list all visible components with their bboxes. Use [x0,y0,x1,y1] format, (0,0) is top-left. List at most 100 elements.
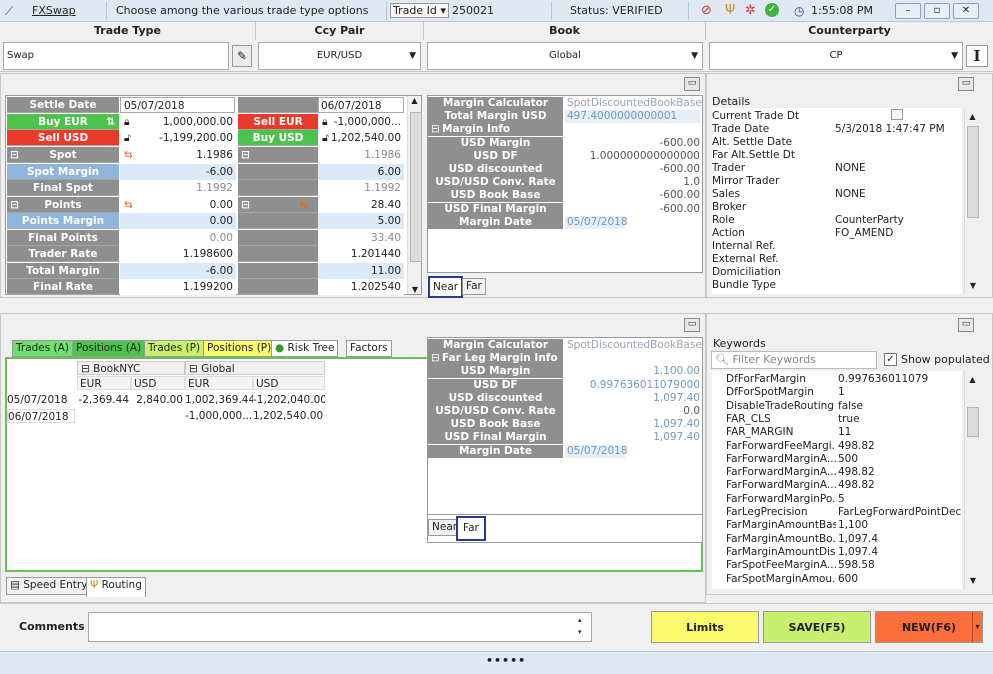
keyword-row[interactable]: FarForwardMarginA... 498.82 [726,479,962,492]
details-row[interactable]: Role CounterParty [712,214,962,227]
tab-factors[interactable]: Factors [346,340,392,357]
tab-positions-a[interactable]: Positions (A) [72,340,146,357]
tab-trades-p[interactable]: Trades (P) [144,340,205,357]
far-settle-date-input[interactable]: 06/07/2018 1M [318,97,404,128]
details-menu-button[interactable]: ▭ [958,77,974,91]
keyword-row[interactable]: FarMarginAmountBo... 1,097.4 [726,533,962,546]
details-row[interactable]: Trader NONE [712,162,962,175]
details-row[interactable]: Mirror Trader [712,175,962,188]
buy-usd-button[interactable]: Buy USD [238,130,318,146]
tab-risk-tree[interactable]: ● Risk Tree [271,340,339,357]
gear-icon[interactable]: ✲ [745,3,756,19]
keywords-menu-button[interactable]: ▭ [958,318,974,332]
book1-group-header[interactable]: ⊟ BookNYC [77,361,185,375]
keyword-row[interactable]: FarMarginAmountDis... 1,097.4 [726,546,962,559]
new-button[interactable]: NEW(F6) ▾ [875,611,983,643]
book-select[interactable]: Global ▼ [427,42,703,70]
minimize-button[interactable]: – [895,3,921,19]
details-row[interactable]: Alt. Settle Date [712,136,962,149]
positions-menu-button[interactable]: ▭ [684,318,700,332]
filter-keywords-input[interactable]: 🔍︎ Filter Keywords [711,351,877,369]
details-row[interactable]: External Ref. [712,253,962,266]
keyword-row[interactable]: FarSpotMarginAmou... 600 [726,573,962,586]
keyword-row[interactable]: FAR_MARGIN 11 [726,426,962,439]
far-total-margin[interactable]: 11.00 [318,263,404,279]
near-points[interactable]: ⇆ 0.00 [120,197,236,213]
row-date[interactable]: 05/07/2018 [7,393,75,407]
near-spot-margin[interactable]: -6.00 [120,164,236,180]
tab-trades-a[interactable]: Trades (A) [12,340,73,357]
spot-label[interactable]: ⊟ Spot [7,147,119,163]
keyword-row[interactable]: DisableTradeRouting false [726,400,962,413]
far-points[interactable]: 28.40 [318,197,404,213]
splitter-handle[interactable]: ••••• [486,654,526,667]
near-buy-amount[interactable]: 🔒︎ 1,000,000.00 [120,114,236,130]
chevron-down-icon[interactable]: ▾ [972,612,982,642]
far-spot-margin[interactable]: 6.00 [318,164,404,180]
col-eur[interactable]: EUR [77,376,131,390]
collapse-icon[interactable]: ⊟ [431,352,440,365]
counterparty-info-button[interactable]: I [966,45,988,67]
keywords-scrollbar[interactable]: ▲ ▼ [964,371,980,589]
keyword-row[interactable]: FarMarginAmountBasis 1,100 [726,519,962,532]
save-button[interactable]: SAVE(F5) [763,611,871,643]
details-row[interactable]: Trade Date 5/3/2018 1:47:47 PM [712,123,962,136]
comments-scroll-icon[interactable]: ▴ ▾ [578,614,582,638]
current-trade-dt-checkbox[interactable] [891,109,903,120]
keyword-row[interactable]: DfForSpotMargin 1 [726,386,962,399]
edit-trade-type-icon[interactable]: ✎ [232,45,252,67]
near-settle-date-input[interactable]: 05/07/2018 [120,97,235,113]
book2-group-header[interactable]: ⊟ Global [185,361,325,375]
sell-usd-button[interactable]: Sell USD [7,130,119,146]
tab-positions-p[interactable]: Positions (P) [203,340,276,357]
far-buy-amount[interactable]: 🔓︎ 1,202,540.00 [318,130,404,146]
tab-near[interactable]: Near [428,276,464,298]
tab-far[interactable]: Far [462,278,486,295]
tab-far[interactable]: Far [456,516,486,541]
points-label[interactable]: ⊟ Points [7,197,119,213]
details-row[interactable]: Internal Ref. [712,240,962,253]
keyword-row[interactable]: DfForFarMargin 0.997636011079 [726,373,962,386]
details-scrollbar[interactable]: ▲ ▼ [964,108,980,294]
keyword-row[interactable]: FarForwardMarginA... 500 [726,453,962,466]
far-points-margin[interactable]: 5.00 [318,213,404,229]
counterparty-select[interactable]: CP ▼ [709,42,963,70]
trade-id-dropdown[interactable]: Trade Id ▾ [390,3,449,18]
near-spot[interactable]: ⇆ 1.1986 [120,147,236,163]
keyword-row[interactable]: FarForwardFeeMargi... 498.82 [726,440,962,453]
details-row[interactable]: Sales NONE [712,188,962,201]
col-usd[interactable]: USD [131,376,185,390]
panel-menu-button[interactable]: ▭ [684,77,700,91]
details-row[interactable]: Current Trade Dt [712,110,962,123]
collapse-icon[interactable]: ⊟ [431,123,440,136]
buy-eur-button[interactable]: Buy EUR ⇅ [7,114,119,130]
app-name-link[interactable]: FXSwap [32,3,76,19]
details-row[interactable]: Far Alt.Settle Dt [712,149,962,162]
check-icon[interactable]: ✓ [765,3,779,17]
col-usd[interactable]: USD [253,376,325,390]
sell-eur-button[interactable]: Sell EUR [238,114,318,130]
keyword-row[interactable]: FarForwardMarginA... 498.82 [726,466,962,479]
limits-button[interactable]: Limits [651,611,759,643]
details-row[interactable]: Broker [712,201,962,214]
near-sell-amount[interactable]: 🔓︎ -1,199,200.00 [120,130,236,146]
ccy-pair-select[interactable]: EUR/USD ▼ [258,42,421,70]
row-date[interactable]: 06/07/2018 [7,409,75,423]
close-button[interactable]: ✕ [953,3,979,19]
col-eur[interactable]: EUR [185,376,253,390]
details-row[interactable]: Domiciliation [712,266,962,279]
tab-speed-entry[interactable]: ▤ Speed Entry [6,577,92,595]
maximize-button[interactable]: ▫ [924,3,950,19]
routing-icon[interactable]: Ψ [725,3,735,19]
near-points-margin[interactable]: 0.00 [120,213,236,229]
comments-input[interactable] [88,612,592,642]
keyword-row[interactable]: FarLegPrecision FarLegForwardPointDec... [726,506,962,519]
details-row[interactable]: Action FO_AMEND [712,227,962,240]
show-populated-checkbox[interactable]: ✓ [884,353,897,366]
near-total-margin[interactable]: -6.00 [120,263,236,279]
far-sell-amount[interactable]: 🔒︎ -1,000,000... [318,114,404,130]
keyword-row[interactable]: FarSpotFeeMarginA... 598.58 [726,559,962,572]
tab-routing[interactable]: Ψ Routing [86,577,146,597]
details-row[interactable]: Bundle Type [712,279,962,292]
flag-icon[interactable]: ⊘ [701,3,712,19]
